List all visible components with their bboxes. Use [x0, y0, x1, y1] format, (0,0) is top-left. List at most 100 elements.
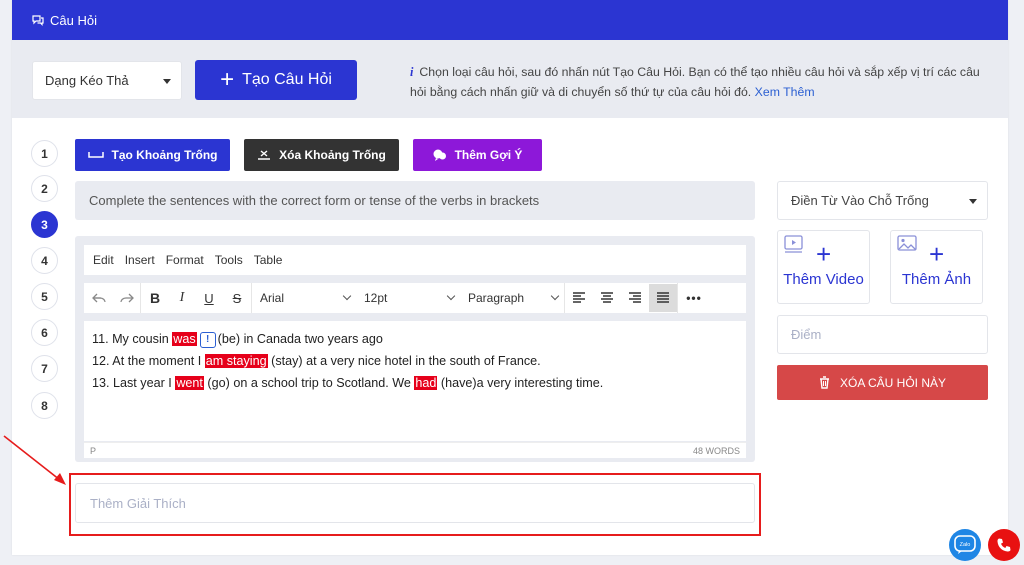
- image-icon: [897, 235, 917, 251]
- editor-statusbar: P 48 WORDS: [84, 442, 746, 458]
- menu-tools[interactable]: Tools: [215, 253, 243, 267]
- italic-icon[interactable]: I: [169, 284, 195, 312]
- add-video-label: Thêm Video: [783, 271, 864, 288]
- add-image-label: Thêm Ảnh: [901, 271, 972, 288]
- question-prompt-text: Complete the sentences with the correct …: [89, 193, 540, 208]
- zalo-label: Zalo: [960, 542, 971, 548]
- sentence-text: (have)a very interesting time.: [437, 376, 604, 390]
- block-format-select[interactable]: Paragraph: [460, 284, 564, 312]
- score-input[interactable]: Điểm: [777, 315, 988, 354]
- question-type-select[interactable]: Dạng Kéo Thả: [32, 61, 182, 100]
- blank-answer[interactable]: went: [175, 376, 204, 390]
- bold-icon[interactable]: B: [141, 284, 169, 312]
- answer-type-value: Điền Từ Vào Chỗ Trống: [791, 193, 929, 208]
- menu-table[interactable]: Table: [254, 253, 283, 267]
- undo-icon[interactable]: [84, 284, 114, 312]
- create-blank-button[interactable]: Tạo Khoảng Trống: [75, 139, 230, 171]
- page-header: Câu Hỏi: [12, 0, 1008, 40]
- sentence-line: 12. At the moment I am staying (stay) at…: [92, 352, 738, 374]
- answer-type-select[interactable]: Điền Từ Vào Chỗ Trống: [777, 181, 988, 220]
- caret-down-icon: [163, 79, 171, 84]
- video-icon: [784, 235, 803, 253]
- score-placeholder: Điểm: [791, 327, 822, 342]
- strikethrough-icon[interactable]: S: [223, 284, 251, 312]
- control-bar: Dạng Kéo Thả + Tạo Câu Hỏi i Chọn loại câ…: [12, 40, 1008, 118]
- question-number-6[interactable]: 6: [31, 319, 58, 346]
- chevron-down-icon: [550, 291, 560, 301]
- redo-icon[interactable]: [114, 284, 140, 312]
- question-number-1[interactable]: 1: [31, 140, 58, 167]
- align-left-icon[interactable]: [565, 284, 593, 312]
- rich-text-editor: Edit Insert Format Tools Table B I U S A…: [75, 236, 755, 462]
- sentence-text: (stay) at a very nice hotel in the south…: [267, 354, 541, 368]
- page-title: Câu Hỏi: [50, 12, 97, 28]
- add-hint-label: Thêm Gợi Ý: [454, 148, 523, 162]
- add-video-button[interactable]: + Thêm Video: [777, 230, 870, 304]
- add-image-button[interactable]: + Thêm Ảnh: [890, 230, 983, 304]
- create-question-label: Tạo Câu Hỏi: [242, 71, 332, 88]
- font-size-value: 12pt: [364, 291, 388, 305]
- call-button[interactable]: [988, 529, 1020, 561]
- align-right-icon[interactable]: [621, 284, 649, 312]
- sentence-line: 11. My cousin was! (be) in Canada two yea…: [92, 330, 738, 352]
- underline-icon[interactable]: U: [195, 284, 223, 312]
- plus-icon: +: [929, 239, 945, 269]
- block-format-value: Paragraph: [468, 291, 525, 305]
- hint-marker-icon[interactable]: !: [199, 331, 216, 348]
- align-justify-icon[interactable]: [649, 284, 677, 312]
- question-number-7[interactable]: 7: [31, 355, 58, 382]
- editor-content[interactable]: 11. My cousin was! (be) in Canada two yea…: [84, 321, 746, 441]
- menu-edit[interactable]: Edit: [93, 253, 114, 267]
- font-family-value: Arial: [260, 291, 285, 305]
- delete-question-label: XÓA CÂU HỎI NÀY: [839, 375, 947, 390]
- sentence-text: 11. My cousin: [92, 332, 173, 346]
- erase-blank-button[interactable]: Xóa Khoảng Trống: [244, 139, 399, 171]
- chevron-down-icon: [342, 291, 352, 301]
- add-hint-button[interactable]: Thêm Gợi Ý: [413, 139, 542, 171]
- question-number-8[interactable]: 8: [31, 392, 58, 419]
- help-text-body: Chọn loại câu hỏi, sau đó nhấn nút Tạo C…: [410, 65, 980, 99]
- chevron-down-icon: [446, 291, 456, 301]
- plus-icon: +: [220, 66, 235, 93]
- question-number-3[interactable]: 3: [31, 211, 58, 238]
- question-number-2[interactable]: 2: [31, 175, 58, 202]
- zalo-chat-button[interactable]: Zalo: [949, 529, 981, 561]
- blank-answer[interactable]: was: [172, 332, 197, 346]
- erase-blank-icon: [258, 150, 271, 160]
- font-size-select[interactable]: 12pt: [356, 284, 460, 312]
- delete-question-button[interactable]: XÓA CÂU HỎI NÀY: [777, 365, 988, 400]
- sentence-text: 12. At the moment I: [92, 354, 205, 368]
- blank-answer[interactable]: am staying: [204, 354, 268, 368]
- menu-format[interactable]: Format: [166, 253, 204, 267]
- sentence-line: 13. Last year I went (go) on a school tr…: [92, 374, 738, 396]
- element-path[interactable]: P: [90, 446, 96, 456]
- phone-icon: [997, 538, 1011, 552]
- create-question-button[interactable]: + Tạo Câu Hỏi: [195, 60, 357, 100]
- annotation-arrow-icon: [3, 435, 66, 485]
- question-number-5[interactable]: 5: [31, 283, 58, 310]
- chat-icon: [32, 14, 44, 26]
- menu-insert[interactable]: Insert: [125, 253, 155, 267]
- editor-menubar: Edit Insert Format Tools Table: [84, 245, 746, 275]
- editor-toolbar: B I U S Arial 12pt Paragraph •••: [84, 283, 746, 313]
- more-options-icon[interactable]: •••: [678, 284, 710, 312]
- erase-blank-label: Xóa Khoảng Trống: [279, 148, 386, 162]
- question-prompt[interactable]: Complete the sentences with the correct …: [75, 181, 755, 220]
- sentence-text: (go) on a school trip to Scotland. We: [203, 376, 415, 390]
- question-editor-panel: Câu Hỏi Dạng Kéo Thả + Tạo Câu Hỏi i Chọn…: [12, 0, 1008, 555]
- question-type-value: Dạng Kéo Thả: [45, 73, 129, 88]
- question-number-4[interactable]: 4: [31, 247, 58, 274]
- caret-down-icon: [969, 199, 977, 204]
- blank-answer[interactable]: had: [414, 376, 438, 390]
- plus-icon: +: [816, 239, 832, 269]
- word-count: 48 WORDS: [692, 445, 740, 456]
- blank-line-icon: [87, 152, 104, 158]
- trash-icon: [819, 376, 829, 389]
- zalo-icon: Zalo: [954, 535, 976, 554]
- comment-icon: [433, 149, 446, 161]
- highlight-annotation-box: [69, 473, 761, 536]
- font-family-select[interactable]: Arial: [252, 284, 356, 312]
- align-center-icon[interactable]: [593, 284, 621, 312]
- sentence-text: 13. Last year I: [92, 376, 176, 390]
- see-more-link[interactable]: Xem Thêm: [755, 85, 815, 99]
